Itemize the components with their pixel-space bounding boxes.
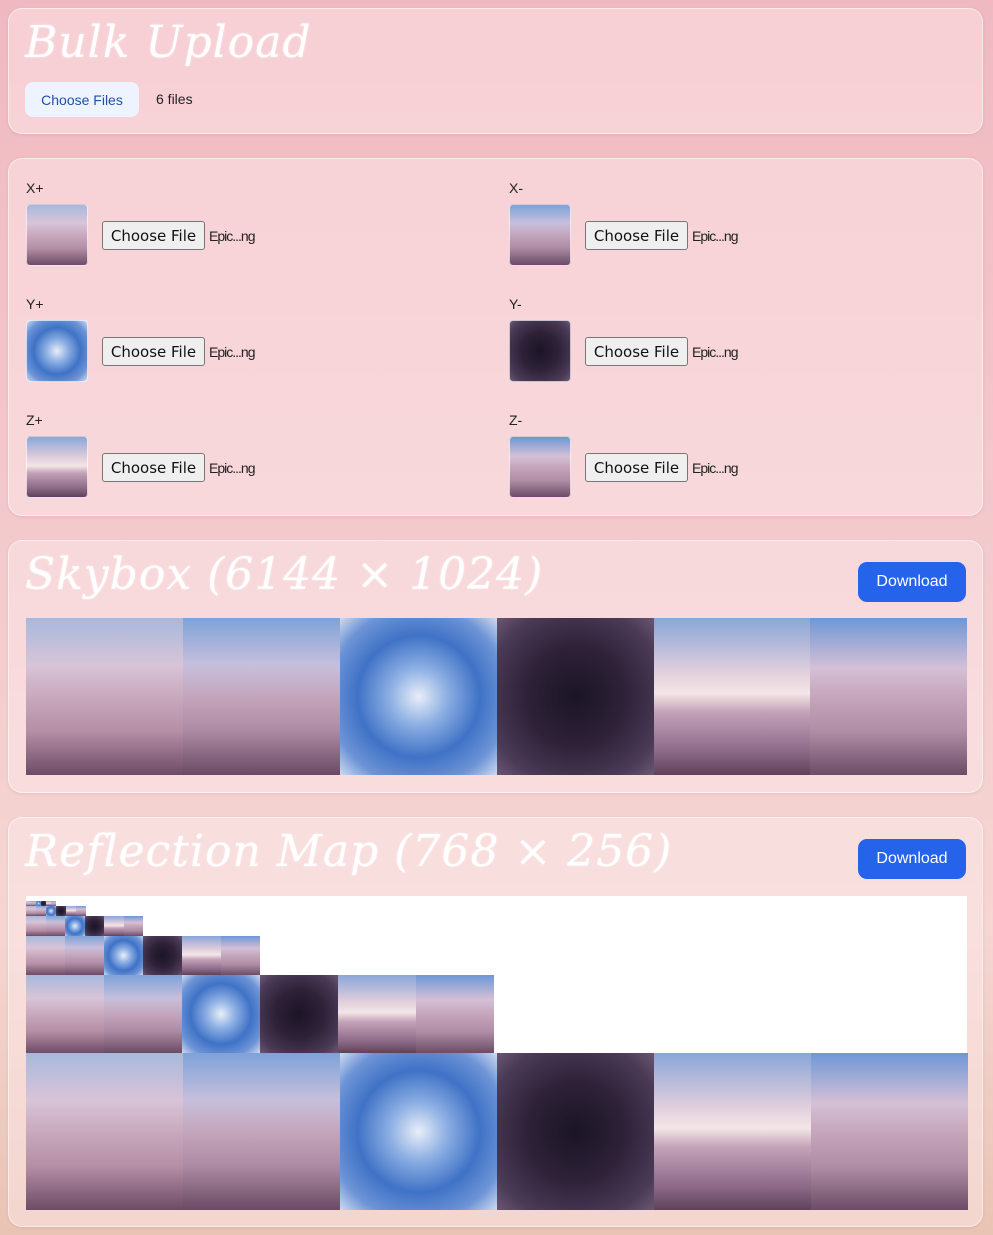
choose-file-button-z-minus[interactable]: Choose File (585, 453, 688, 482)
choose-file-button-y-plus[interactable]: Choose File (102, 337, 205, 366)
choose-file-button-z-plus[interactable]: Choose File (102, 453, 205, 482)
reflection-download-button[interactable]: Download (858, 839, 966, 879)
faces-card: X+ Choose File Epic...ng X- Choose File … (8, 158, 983, 516)
face-label-z-plus: Z+ (26, 412, 43, 428)
file-name-z-plus: Epic...ng (209, 460, 255, 476)
choose-file-button-x-minus[interactable]: Choose File (585, 221, 688, 250)
choose-file-button-y-minus[interactable]: Choose File (585, 337, 688, 366)
file-name-x-minus: Epic...ng (692, 228, 738, 244)
reflection-tile-level-4-2 (46, 906, 56, 916)
reflection-tile-level-1-4 (338, 975, 416, 1053)
file-name-x-plus: Epic...ng (209, 228, 255, 244)
skybox-tile-z-minus (810, 618, 967, 775)
reflection-tile-level-0-3 (497, 1053, 654, 1210)
face-thumbnail-z-plus (26, 436, 88, 498)
skybox-tile-y-plus (340, 618, 497, 775)
reflection-tile-level-2-4 (182, 936, 221, 975)
reflection-tile-level-1-3 (260, 975, 338, 1053)
face-thumbnail-x-plus (26, 204, 88, 266)
reflection-tile-level-3-5 (123, 916, 143, 936)
reflection-tile-level-2-0 (26, 936, 65, 975)
face-label-z-minus: Z- (509, 412, 523, 428)
bulk-upload-title: Bulk Upload (25, 17, 312, 68)
files-status: 6 files (156, 91, 193, 107)
reflection-preview (26, 896, 968, 1210)
face-label-x-minus: X- (509, 180, 523, 196)
face-thumbnail-y-minus (509, 320, 571, 382)
skybox-preview (26, 618, 967, 775)
face-thumbnail-x-minus (509, 204, 571, 266)
skybox-download-button[interactable]: Download (858, 562, 966, 602)
reflection-tile-level-4-4 (66, 906, 76, 916)
reflection-title: Reflection Map (768 × 256) (25, 826, 673, 877)
reflection-tile-level-0-0 (26, 1053, 183, 1210)
file-name-z-minus: Epic...ng (692, 460, 738, 476)
reflection-tile-level-3-1 (45, 916, 65, 936)
reflection-tile-level-5-5 (51, 901, 56, 906)
file-name-y-minus: Epic...ng (692, 344, 738, 360)
skybox-tile-x-plus (26, 618, 183, 775)
reflection-tile-level-2-5 (221, 936, 260, 975)
file-name-y-plus: Epic...ng (209, 344, 255, 360)
reflection-tile-level-4-5 (76, 906, 86, 916)
reflection-tile-level-3-0 (26, 916, 46, 936)
reflection-tile-level-1-1 (104, 975, 182, 1053)
reflection-tile-level-2-2 (104, 936, 143, 975)
skybox-tile-z-plus (654, 618, 810, 775)
face-label-x-plus: X+ (26, 180, 44, 196)
choose-files-button[interactable]: Choose Files (25, 82, 139, 117)
skybox-title: Skybox (6144 × 1024) (25, 549, 544, 600)
reflection-tile-level-1-5 (416, 975, 494, 1053)
reflection-tile-level-1-0 (26, 975, 104, 1053)
reflection-tile-level-0-1 (183, 1053, 340, 1210)
skybox-card: Skybox (6144 × 1024) Download (8, 540, 983, 793)
skybox-tile-y-minus (497, 618, 654, 775)
reflection-tile-level-4-1 (36, 906, 46, 916)
face-thumbnail-z-minus (509, 436, 571, 498)
reflection-tile-level-2-1 (65, 936, 104, 975)
bulk-upload-card: Bulk Upload Choose Files 6 files (8, 8, 983, 134)
reflection-tile-level-0-2 (340, 1053, 497, 1210)
reflection-tile-level-3-3 (84, 916, 104, 936)
face-label-y-minus: Y- (509, 296, 522, 312)
reflection-tile-level-0-5 (811, 1053, 968, 1210)
face-thumbnail-y-plus (26, 320, 88, 382)
reflection-tile-level-4-3 (56, 906, 66, 916)
reflection-tile-level-0-4 (654, 1053, 811, 1210)
reflection-card: Reflection Map (768 × 256) Download (8, 817, 983, 1227)
reflection-tile-level-1-2 (182, 975, 260, 1053)
reflection-tile-level-4-0 (26, 906, 36, 916)
face-label-y-plus: Y+ (26, 296, 44, 312)
reflection-tile-level-3-2 (65, 916, 85, 936)
reflection-tile-level-2-3 (143, 936, 182, 975)
choose-file-button-x-plus[interactable]: Choose File (102, 221, 205, 250)
skybox-tile-x-minus (183, 618, 340, 775)
reflection-tile-level-3-4 (104, 916, 124, 936)
